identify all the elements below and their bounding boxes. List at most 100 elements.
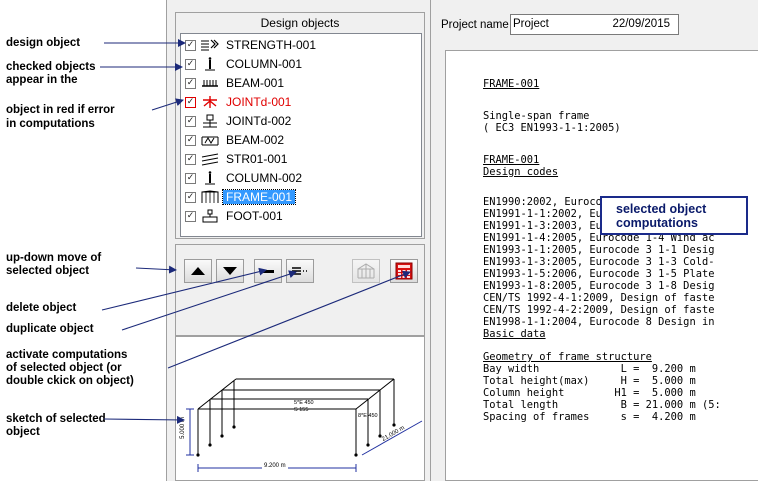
- checkbox[interactable]: ✓: [185, 191, 196, 203]
- geometry-line: Bay width L = 9.200 m: [483, 363, 696, 375]
- duplicate-button[interactable]: [286, 259, 314, 283]
- list-item[interactable]: ✓ JOINTd-002: [181, 112, 421, 130]
- list-item-label: FOOT-001: [226, 209, 283, 223]
- frame-sketch-icon: [357, 263, 375, 279]
- duplicate-icon: [292, 267, 307, 275]
- callout-line-2: computations: [616, 216, 698, 230]
- list-item[interactable]: ✓ BEAM-002: [181, 131, 421, 149]
- report-standard: ( EC3 EN1993-1-1:2005): [483, 122, 621, 134]
- design-objects-title: Design objects: [260, 16, 340, 30]
- list-item[interactable]: ✓ BEAM-001: [181, 74, 421, 92]
- selected-object-callout: selected object computations: [600, 196, 748, 235]
- checkbox[interactable]: ✓: [185, 115, 196, 127]
- list-item-label: STR01-001: [226, 152, 288, 166]
- annotation-duplicate: duplicate object: [6, 323, 94, 335]
- list-item[interactable]: ✓ FOOT-001: [181, 207, 421, 225]
- list-item[interactable]: ✓ JOINTd-001: [181, 93, 421, 111]
- code-line: CEN/TS 1992-4-1:2009, Design of faste: [483, 292, 715, 304]
- column-icon: [199, 170, 221, 186]
- list-item[interactable]: ✓ COLUMN-001: [181, 55, 421, 73]
- frame-icon: [199, 189, 221, 205]
- right-panel: Project name Project 22/09/2015 FRAME-00…: [430, 0, 758, 481]
- list-item-label: BEAM-002: [226, 133, 285, 147]
- checkbox[interactable]: ✓: [185, 172, 196, 184]
- checkbox[interactable]: ✓: [185, 153, 196, 165]
- annotation-checked-objects: checked objects: [6, 61, 96, 73]
- code-line: EN1993-1-5:2006, Eurocode 3 1-5 Plate: [483, 268, 715, 280]
- geometry-heading: Geometry of frame structure: [483, 351, 652, 363]
- structure-icon: [199, 151, 221, 167]
- toolbar-group: [175, 244, 425, 336]
- list-item-label: JOINTd-002: [226, 114, 292, 128]
- annotation-up-down-2: selected object: [6, 265, 90, 277]
- code-line: EN1993-1-3:2005, Eurocode 3 1-3 Cold-: [483, 256, 715, 268]
- annotation-sketch: sketch of selected: [6, 413, 106, 425]
- annotation-activate-2: of selected object (or: [6, 362, 122, 374]
- move-up-button[interactable]: [184, 259, 212, 283]
- geometry-line: Spacing of frames s = 4.200 m: [483, 411, 696, 423]
- delete-icon: [262, 269, 274, 273]
- project-name-value: Project: [513, 18, 549, 30]
- basic-data-heading: Basic data: [483, 328, 546, 340]
- checkbox[interactable]: ✓: [185, 210, 196, 222]
- sketch-toggle-button[interactable]: [352, 259, 380, 283]
- list-item-label: STRENGTH-001: [226, 38, 317, 52]
- sketch-dim-b: S 155: [294, 407, 309, 413]
- calculator-icon: [395, 262, 413, 280]
- list-item-label: FRAME-001: [221, 189, 297, 205]
- annotation-activate-3: double ckick on object): [6, 375, 134, 387]
- annotation-delete: delete object: [6, 302, 77, 314]
- checkbox[interactable]: ✓: [185, 39, 196, 51]
- sketch-dim-a: 5*E 450: [294, 400, 314, 406]
- foot-icon: [199, 208, 221, 224]
- project-name-label: Project name: [441, 19, 509, 31]
- annotation-activate: activate computations: [6, 349, 128, 361]
- checkbox[interactable]: ✓: [185, 134, 196, 146]
- move-up-icon: [191, 267, 205, 275]
- code-line: EN1998-1-1:2004, Eurocode 8 Design in: [483, 316, 715, 328]
- strength-icon: [199, 37, 221, 53]
- annotation-design-object: design object: [6, 37, 81, 49]
- beam-icon: [199, 132, 221, 148]
- move-down-button[interactable]: [216, 259, 244, 283]
- design-objects-list[interactable]: ✓ STRENGTH-001 ✓ COLUMN-001 ✓ BEAM-001 ✓…: [180, 33, 422, 237]
- sketch-dim-c: 8*E 450: [358, 413, 378, 419]
- design-codes-heading: Design codes: [483, 166, 559, 178]
- computation-report[interactable]: FRAME-001 Single-span frame ( EC3 EN1993…: [445, 50, 758, 481]
- design-codes-title: FRAME-001: [483, 154, 540, 166]
- list-item[interactable]: ✓ STRENGTH-001: [181, 36, 421, 54]
- code-line: EN1993-1-1:2005, Eurocode 3 1-1 Desig: [483, 244, 715, 256]
- report-subtitle: Single-span frame: [483, 110, 590, 122]
- report-title: FRAME-001: [483, 78, 540, 90]
- checkbox[interactable]: ✓: [185, 58, 196, 70]
- move-down-icon: [223, 267, 237, 275]
- checkbox[interactable]: ✓: [185, 96, 196, 108]
- left-panel: Design objects ✓ STRENGTH-001 ✓ COLUMN-0…: [166, 0, 430, 481]
- annotation-sketch-2: object: [6, 426, 40, 438]
- project-name-field[interactable]: Project 22/09/2015: [510, 14, 679, 35]
- list-item[interactable]: ✓ COLUMN-002: [181, 169, 421, 187]
- geometry-line: Total length B = 21.000 m (5:: [483, 399, 721, 411]
- geometry-line: Total height(max) H = 5.000 m: [483, 375, 696, 387]
- list-item-selected[interactable]: ✓ FRAME-001: [181, 188, 421, 206]
- callout-line-1: selected object: [616, 202, 707, 216]
- project-date: 22/09/2015: [612, 18, 670, 30]
- list-item-label: COLUMN-001: [226, 57, 303, 71]
- checkbox[interactable]: ✓: [185, 77, 196, 89]
- code-line: CEN/TS 1992-4-2:2009, Design of faste: [483, 304, 715, 316]
- joint-icon: [199, 94, 221, 110]
- frame-sketch: 9.200 m 21.000 m 5.000 m 5*E 450 S 155 8…: [175, 336, 425, 481]
- compute-button[interactable]: [390, 259, 418, 283]
- list-item-label: JOINTd-001: [226, 95, 292, 109]
- design-objects-group: Design objects ✓ STRENGTH-001 ✓ COLUMN-0…: [175, 12, 425, 239]
- delete-button[interactable]: [254, 259, 282, 283]
- beam-icon: [199, 75, 221, 91]
- joint-icon: [199, 113, 221, 129]
- annotation-up-down: up-down move of: [6, 252, 102, 264]
- annotation-error-object: object in red if error: [6, 104, 115, 116]
- geometry-line: Column height H1 = 5.000 m: [483, 387, 696, 399]
- sketch-height-label: 5.000 m: [179, 417, 186, 439]
- list-item[interactable]: ✓ STR01-001: [181, 150, 421, 168]
- annotation-checked-objects-2: appear in the: [6, 74, 78, 86]
- list-item-label: BEAM-001: [226, 76, 285, 90]
